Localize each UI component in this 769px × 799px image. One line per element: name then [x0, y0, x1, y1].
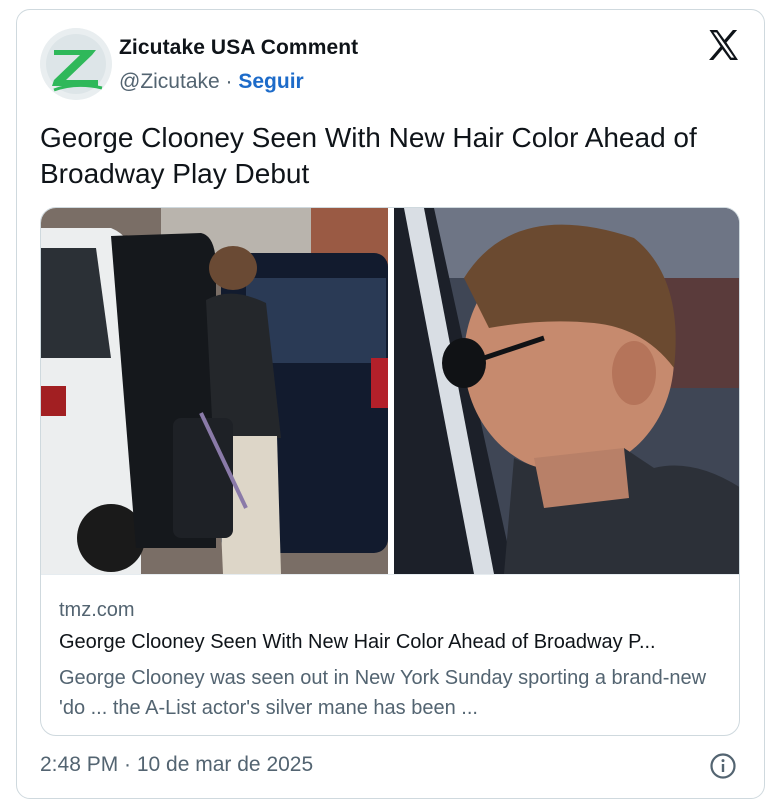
- x-logo-icon[interactable]: [705, 27, 741, 63]
- link-preview-meta: tmz.com George Clooney Seen With New Hai…: [41, 574, 739, 735]
- photo-closeup-sunglasses: [394, 208, 739, 574]
- tweet-text: George Clooney Seen With New Hair Color …: [40, 122, 697, 189]
- link-description: George Clooney was seen out in New York …: [59, 667, 707, 719]
- link-domain: tmz.com: [59, 599, 135, 621]
- author-handle[interactable]: @Zicutake: [119, 70, 220, 93]
- photo-closeup-sunglasses-image: [394, 208, 739, 574]
- follow-button[interactable]: Seguir: [238, 70, 303, 93]
- info-icon[interactable]: [709, 752, 737, 780]
- photo-man-at-suv-image: [41, 208, 388, 574]
- avatar[interactable]: [40, 28, 112, 100]
- tweet-embed-card: Zicutake USA Comment @Zicutake · Seguir …: [16, 9, 765, 799]
- link-title[interactable]: George Clooney Seen With New Hair Color …: [59, 631, 723, 654]
- zicutake-logo-icon: [40, 28, 112, 100]
- photo-man-at-suv: [41, 208, 388, 574]
- author-handle-row: @Zicutake · Seguir: [119, 70, 304, 94]
- link-preview-card[interactable]: tmz.com George Clooney Seen With New Hai…: [40, 207, 740, 736]
- author-name[interactable]: Zicutake USA Comment: [119, 36, 358, 60]
- preview-images: [41, 208, 739, 574]
- tweet-timestamp[interactable]: 2:48 PM · 10 de mar de 2025: [40, 753, 313, 777]
- separator-dot: ·: [225, 70, 233, 93]
